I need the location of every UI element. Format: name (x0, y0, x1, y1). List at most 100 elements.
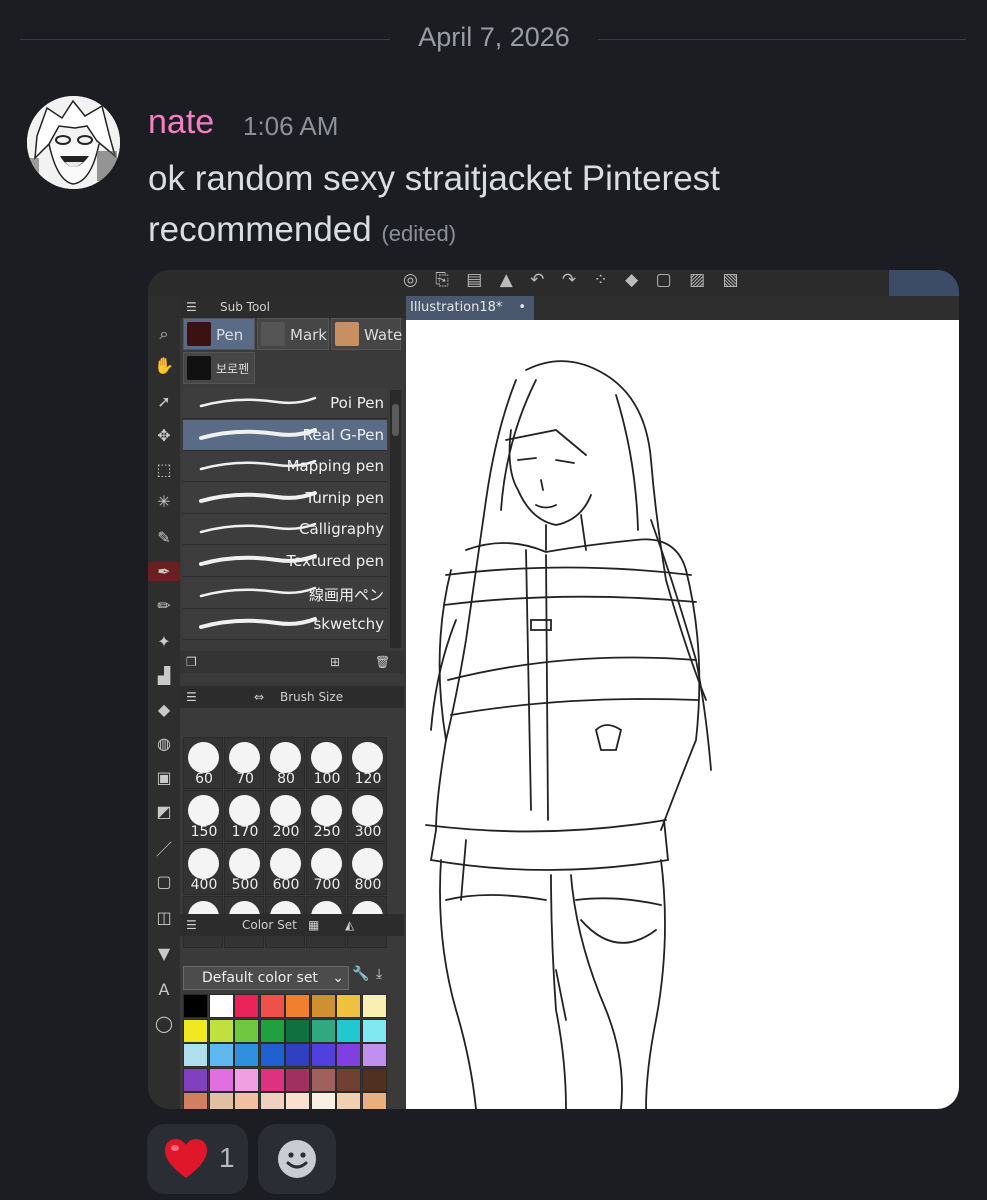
color-swatch[interactable] (361, 1092, 387, 1109)
brush-size-option[interactable]: 250 (306, 790, 346, 842)
brush-size-option[interactable]: 60 (183, 737, 223, 789)
pen-tool-icon[interactable]: ✒ (148, 562, 180, 581)
add-subtool-icon[interactable]: ⊞ (330, 655, 340, 669)
menu-icon[interactable]: ☰ (186, 300, 197, 314)
drawing-canvas[interactable] (406, 320, 959, 1109)
brush-size-option[interactable]: 150 (183, 790, 223, 842)
figure-tool-icon[interactable]: ／ (148, 836, 180, 860)
text-tool-icon[interactable]: A (148, 980, 180, 999)
color-swatch[interactable] (183, 1043, 208, 1067)
color-swatch[interactable] (208, 994, 234, 1018)
color-swatch[interactable] (183, 1092, 208, 1109)
color-swatch[interactable] (208, 1092, 234, 1109)
color-swatch[interactable] (234, 1067, 259, 1092)
brush-size-option[interactable]: 80 (265, 737, 305, 789)
correction-tool-icon[interactable]: ◯ (148, 1014, 180, 1033)
brush-item[interactable]: Calligraphy (183, 514, 387, 546)
color-swatch[interactable] (183, 1067, 208, 1092)
color-swatch[interactable] (310, 1067, 336, 1092)
magic-wand-icon[interactable]: ✳ (148, 492, 180, 511)
color-swatch[interactable] (285, 1092, 310, 1109)
operation-tool-icon[interactable]: ➚ (148, 392, 180, 411)
brush-size-option[interactable]: 200 (265, 790, 305, 842)
menu-icon[interactable]: ☰ (186, 918, 197, 932)
brush-size-option[interactable]: 500 (224, 843, 264, 895)
color-swatch[interactable] (259, 1043, 285, 1067)
brush-item[interactable]: Poi Pen (183, 388, 387, 419)
color-swatch[interactable] (361, 1043, 387, 1067)
frame-tool-icon[interactable]: ▢ (148, 872, 180, 891)
copy-icon[interactable]: ❐ (186, 655, 197, 669)
color-swatch[interactable] (183, 1018, 208, 1043)
hand-tool-icon[interactable]: ✋ (148, 356, 180, 375)
brush-item[interactable]: Real G-Pen (183, 419, 387, 451)
eraser-tool-icon[interactable]: ◆ (148, 700, 180, 719)
brush-item[interactable]: Mapping pen (183, 451, 387, 483)
brush-size-option[interactable]: 400 (183, 843, 223, 895)
color-swatch[interactable] (208, 1043, 234, 1067)
color-set-select[interactable]: Default color set ⌄ (183, 966, 349, 990)
blend-tool-icon[interactable]: ◍ (148, 734, 180, 753)
delete-icon[interactable]: 🗑 (375, 655, 390, 669)
color-swatch[interactable] (259, 1018, 285, 1043)
tab-custom[interactable]: 보로펜 (183, 352, 255, 384)
brush-size-option[interactable]: 170 (224, 790, 264, 842)
brush-size-option[interactable]: 300 (347, 790, 387, 842)
gradient-tool-icon[interactable]: ◩ (148, 802, 180, 821)
brush-size-option[interactable]: 700 (306, 843, 346, 895)
tab-pen[interactable]: Pen (183, 318, 255, 350)
username[interactable]: nate (148, 103, 214, 142)
brush-size-option[interactable]: 800 (347, 843, 387, 895)
import-icon[interactable]: ⤓ (376, 966, 382, 982)
brush-list-scrollbar[interactable] (390, 390, 401, 648)
color-swatch[interactable] (336, 1067, 361, 1092)
reaction-heart[interactable]: 1 (147, 1124, 248, 1194)
brush-item[interactable]: skwetchy (183, 609, 387, 641)
color-swatch[interactable] (285, 1043, 310, 1067)
eyedropper-icon[interactable]: ✎ (148, 528, 180, 547)
color-swatch[interactable] (336, 1018, 361, 1043)
move-tool-icon[interactable]: ✥ (148, 426, 180, 445)
zoom-tool-icon[interactable]: ⌕ (148, 324, 180, 344)
color-swatch[interactable] (361, 1067, 387, 1092)
image-attachment[interactable]: ◎ ⎘ ▤ ▲ ↶ ↷ ⁘ ◆ ▢ ▨ ▧ ⌕ ✋ ➚ ✥ ⬚ ✳ ✎ ✒ ✏ … (148, 270, 959, 1109)
tab-mark[interactable]: Mark (257, 318, 329, 350)
avatar[interactable] (27, 96, 120, 189)
color-swatch[interactable] (285, 1067, 310, 1092)
color-swatch[interactable] (234, 1043, 259, 1067)
brush-item[interactable]: Textured pen (183, 546, 387, 577)
color-swatch[interactable] (310, 1018, 336, 1043)
brush-size-option[interactable]: 120 (347, 737, 387, 789)
color-history-icon[interactable]: ▦ (308, 918, 319, 932)
color-swatch[interactable] (310, 1092, 336, 1109)
color-slider-icon[interactable]: ◭ (345, 918, 354, 932)
color-swatch[interactable] (234, 1092, 259, 1109)
color-swatch[interactable] (361, 994, 387, 1018)
color-swatch[interactable] (310, 994, 336, 1018)
pencil-tool-icon[interactable]: ✏ (148, 596, 180, 615)
scroll-thumb[interactable] (392, 404, 399, 436)
color-swatch[interactable] (285, 1018, 310, 1043)
color-swatch[interactable] (183, 994, 208, 1018)
color-swatch[interactable] (285, 994, 310, 1018)
color-swatch[interactable] (259, 994, 285, 1018)
color-swatch[interactable] (234, 1018, 259, 1043)
tab-watercolor[interactable]: Wate (331, 318, 402, 350)
brush-tool-icon[interactable]: ✦ (148, 632, 180, 651)
menu-icon[interactable]: ☰ (186, 690, 197, 704)
add-reaction-button[interactable] (258, 1124, 336, 1194)
color-swatch[interactable] (259, 1067, 285, 1092)
brush-size-option[interactable]: 600 (265, 843, 305, 895)
brush-size-option[interactable]: 70 (224, 737, 264, 789)
airbrush-tool-icon[interactable]: ▟ (148, 666, 180, 685)
color-swatch[interactable] (336, 994, 361, 1018)
color-swatch[interactable] (208, 1067, 234, 1092)
color-swatch[interactable] (361, 1018, 387, 1043)
color-swatch[interactable] (336, 1092, 361, 1109)
color-swatch[interactable] (208, 1018, 234, 1043)
color-swatch[interactable] (336, 1043, 361, 1067)
brush-item[interactable]: 線画用ペン (183, 577, 387, 609)
brush-item[interactable]: Turnip pen (183, 482, 387, 514)
color-swatch[interactable] (259, 1092, 285, 1109)
ruler-tool-icon[interactable]: ◫ (148, 908, 180, 927)
